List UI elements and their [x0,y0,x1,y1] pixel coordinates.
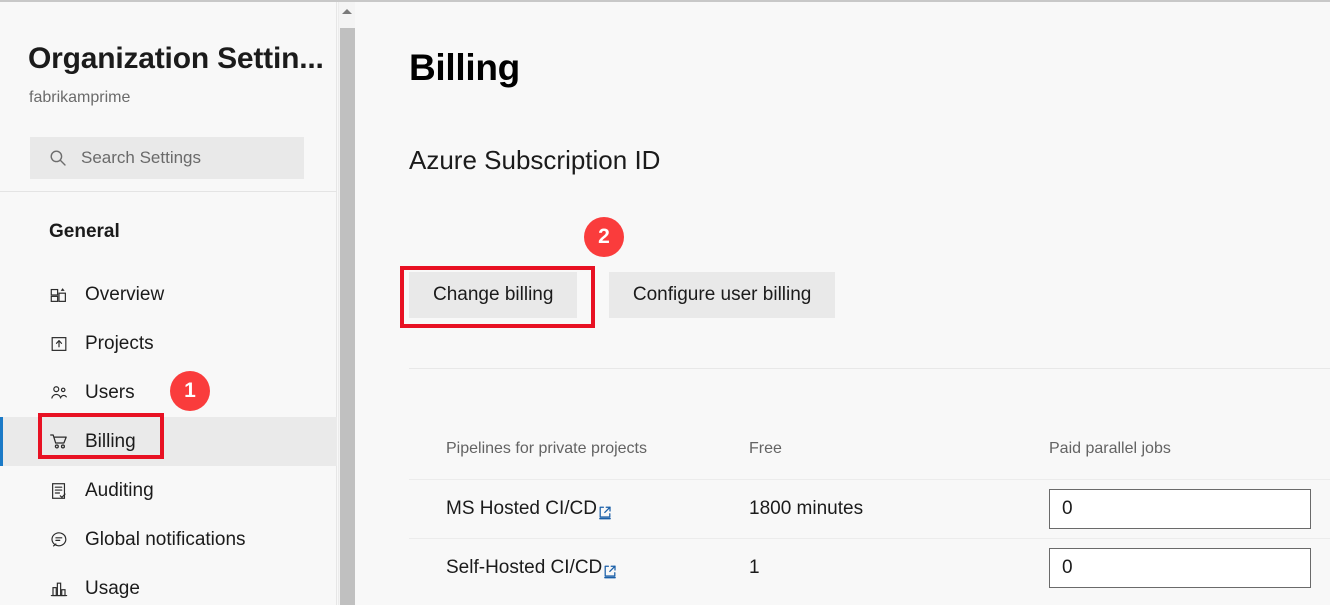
search-placeholder-text: Search Settings [81,148,202,167]
sidebar-item-auditing[interactable]: Auditing [0,466,337,515]
sidebar-item-label: Overview [85,283,165,305]
column-header-pipelines: Pipelines for private projects [446,440,647,457]
sidebar-item-projects[interactable]: Projects [0,319,337,368]
table-header-row: Pipelines for private projects Free Paid… [409,422,1330,479]
configure-user-billing-button[interactable]: Configure user billing [608,272,836,318]
row-free-value: 1 [749,557,760,578]
organization-title: Organization Settin... [28,42,324,75]
table-row: MS Hosted CI/CD 1800 minutes [409,479,1330,538]
chevron-up-icon[interactable] [339,2,355,20]
sidebar-item-label: Billing [85,430,136,452]
billing-action-buttons: Change billing Configure user billing [409,272,836,318]
sidebar-item-label: Projects [85,332,154,354]
sidebar-item-label: Global notifications [85,528,246,550]
sidebar-divider [0,191,337,192]
pipelines-table: Pipelines for private projects Free Paid… [409,422,1330,597]
sidebar-nav-list: Overview Projects Users Billing Auditing… [0,270,337,605]
paid-parallel-jobs-input[interactable] [1049,548,1311,588]
sidebar-group-general: General [49,221,120,242]
external-link-icon[interactable] [603,563,618,578]
row-name-self-hosted: Self-Hosted CI/CD [446,557,618,579]
paid-parallel-jobs-input[interactable] [1049,489,1311,529]
users-icon [48,382,70,404]
sidebar-item-overview[interactable]: Overview [0,270,337,319]
change-billing-button[interactable]: Change billing [409,272,578,318]
chat-bubble-icon [48,529,70,551]
page-title: Billing [409,47,520,88]
step-badge-2: 2 [584,217,624,257]
section-title-azure-subscription-id: Azure Subscription ID [409,145,661,175]
row-name-text: Self-Hosted CI/CD [446,557,603,578]
content-divider [409,368,1330,369]
row-name-ms-hosted: MS Hosted CI/CD [446,498,613,520]
scrollbar-thumb[interactable] [340,28,355,605]
table-row: Self-Hosted CI/CD 1 [409,538,1330,597]
search-icon [49,149,67,167]
shopping-cart-icon [48,431,70,453]
settings-sidebar: Organization Settin... fabrikamprime Sea… [0,2,337,605]
column-header-free: Free [749,440,782,457]
search-settings-input[interactable]: Search Settings [30,137,304,179]
sidebar-item-billing[interactable]: Billing [0,417,337,466]
sidebar-item-label: Users [85,381,135,403]
row-name-text: MS Hosted CI/CD [446,498,597,519]
row-free-value: 1800 minutes [749,498,864,519]
sidebar-item-users[interactable]: Users [0,368,337,417]
sidebar-item-global-notifications[interactable]: Global notifications [0,515,337,564]
projects-icon [48,333,70,355]
sidebar-item-label: Auditing [85,479,154,501]
external-link-icon[interactable] [598,504,613,519]
sidebar-item-label: Usage [85,577,140,599]
organization-name: fabrikamprime [29,89,131,106]
sidebar-scrollbar[interactable] [338,2,355,605]
organization-settings-window: Organization Settin... fabrikamprime Sea… [0,0,1330,605]
column-header-paid-parallel-jobs: Paid parallel jobs [1049,440,1171,457]
billing-main-content: Billing Azure Subscription ID Change bil… [356,2,1330,605]
bar-chart-icon [48,578,70,600]
step-badge-1: 1 [170,371,210,411]
sidebar-item-usage[interactable]: Usage [0,564,337,605]
auditing-clipboard-icon [48,480,70,502]
overview-icon [48,284,70,306]
